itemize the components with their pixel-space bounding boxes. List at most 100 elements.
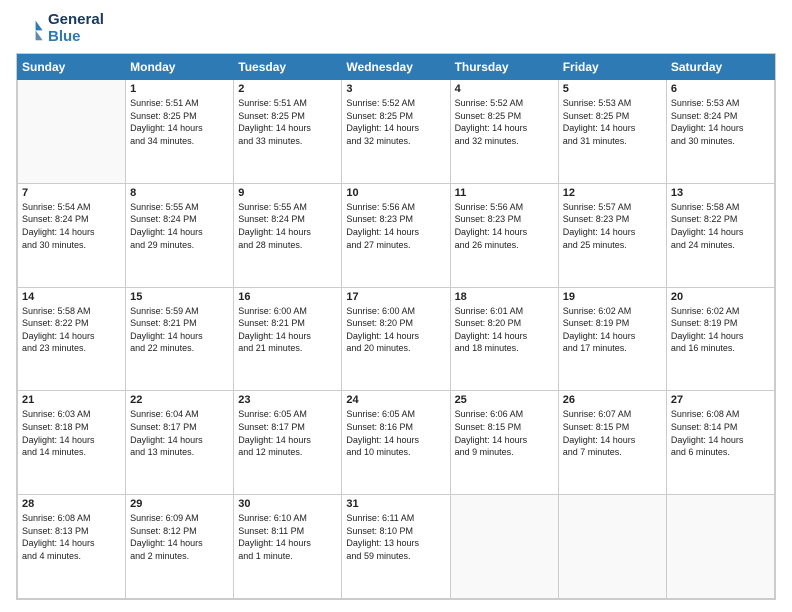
calendar-cell: 12Sunrise: 5:57 AM Sunset: 8:23 PM Dayli…: [558, 183, 666, 287]
day-number: 30: [238, 498, 337, 510]
weekday-header: Friday: [558, 55, 666, 80]
calendar-cell: 10Sunrise: 5:56 AM Sunset: 8:23 PM Dayli…: [342, 183, 450, 287]
day-info: Sunrise: 5:53 AM Sunset: 8:25 PM Dayligh…: [563, 97, 662, 147]
calendar-cell: 25 Sunrise: 6:06 AM Sunset: 8:15 PM Dayli…: [450, 391, 558, 495]
calendar-cell: 21Sunrise: 6:03 AM Sunset: 8:18 PM Dayli…: [18, 391, 126, 495]
weekday-header: Thursday: [450, 55, 558, 80]
logo: General Blue: [16, 12, 104, 45]
day-number: 4: [455, 83, 554, 95]
day-info: Sunrise: 5:51 AM Sunset: 8:25 PM Dayligh…: [130, 97, 229, 147]
calendar-cell: 8 Sunrise: 5:55 AM Sunset: 8:24 PM Daylig…: [126, 183, 234, 287]
calendar-cell: 1 Sunrise: 5:51 AM Sunset: 8:25 PM Daylig…: [126, 80, 234, 184]
day-number: 12: [563, 187, 662, 199]
day-info: Sunrise: 6:08 AM Sunset: 8:14 PM Dayligh…: [671, 408, 770, 458]
day-number: 18: [455, 291, 554, 303]
day-number: 25: [455, 394, 554, 406]
calendar-cell: [18, 80, 126, 184]
day-info: Sunrise: 6:01 AM Sunset: 8:20 PM Dayligh…: [455, 305, 554, 355]
calendar-week-row: 28 Sunrise: 6:08 AM Sunset: 8:13 PM Dayli…: [18, 495, 775, 599]
page: General Blue SundayMondayTuesdayWednesda…: [0, 0, 792, 612]
calendar-cell: 24Sunrise: 6:05 AM Sunset: 8:16 PM Dayli…: [342, 391, 450, 495]
day-number: 22: [130, 394, 229, 406]
day-number: 17: [346, 291, 445, 303]
calendar: SundayMondayTuesdayWednesdayThursdayFrid…: [16, 53, 776, 600]
calendar-cell: 7 Sunrise: 5:54 AM Sunset: 8:24 PM Daylig…: [18, 183, 126, 287]
calendar-cell: 31Sunrise: 6:11 AM Sunset: 8:10 PM Dayli…: [342, 495, 450, 599]
day-info: Sunrise: 5:58 AM Sunset: 8:22 PM Dayligh…: [22, 305, 121, 355]
day-number: 9: [238, 187, 337, 199]
day-number: 21: [22, 394, 121, 406]
day-number: 19: [563, 291, 662, 303]
calendar-cell: 2Sunrise: 5:51 AM Sunset: 8:25 PM Daylig…: [234, 80, 342, 184]
day-number: 13: [671, 187, 770, 199]
day-info: Sunrise: 5:59 AM Sunset: 8:21 PM Dayligh…: [130, 305, 229, 355]
calendar-week-row: 7 Sunrise: 5:54 AM Sunset: 8:24 PM Daylig…: [18, 183, 775, 287]
header: General Blue: [16, 12, 776, 45]
calendar-header: SundayMondayTuesdayWednesdayThursdayFrid…: [18, 55, 775, 80]
day-info: Sunrise: 5:56 AM Sunset: 8:23 PM Dayligh…: [455, 201, 554, 251]
day-info: Sunrise: 6:06 AM Sunset: 8:15 PM Dayligh…: [455, 408, 554, 458]
day-info: Sunrise: 5:51 AM Sunset: 8:25 PM Dayligh…: [238, 97, 337, 147]
day-info: Sunrise: 6:08 AM Sunset: 8:13 PM Dayligh…: [22, 512, 121, 562]
weekday-header: Sunday: [18, 55, 126, 80]
day-info: Sunrise: 5:54 AM Sunset: 8:24 PM Dayligh…: [22, 201, 121, 251]
calendar-cell: 9 Sunrise: 5:55 AM Sunset: 8:24 PM Daylig…: [234, 183, 342, 287]
day-number: 14: [22, 291, 121, 303]
day-info: Sunrise: 6:07 AM Sunset: 8:15 PM Dayligh…: [563, 408, 662, 458]
calendar-week-row: 21Sunrise: 6:03 AM Sunset: 8:18 PM Dayli…: [18, 391, 775, 495]
calendar-body: 1 Sunrise: 5:51 AM Sunset: 8:25 PM Daylig…: [18, 80, 775, 599]
calendar-cell: 20Sunrise: 6:02 AM Sunset: 8:19 PM Dayli…: [666, 287, 774, 391]
calendar-cell: 11 Sunrise: 5:56 AM Sunset: 8:23 PM Dayli…: [450, 183, 558, 287]
calendar-cell: 27 Sunrise: 6:08 AM Sunset: 8:14 PM Dayli…: [666, 391, 774, 495]
weekday-header: Wednesday: [342, 55, 450, 80]
day-number: 6: [671, 83, 770, 95]
weekday-row: SundayMondayTuesdayWednesdayThursdayFrid…: [18, 55, 775, 80]
calendar-cell: 4 Sunrise: 5:52 AM Sunset: 8:25 PM Daylig…: [450, 80, 558, 184]
day-number: 8: [130, 187, 229, 199]
day-info: Sunrise: 5:58 AM Sunset: 8:22 PM Dayligh…: [671, 201, 770, 251]
day-info: Sunrise: 5:56 AM Sunset: 8:23 PM Dayligh…: [346, 201, 445, 251]
calendar-cell: 30 Sunrise: 6:10 AM Sunset: 8:11 PM Dayli…: [234, 495, 342, 599]
day-number: 7: [22, 187, 121, 199]
calendar-week-row: 14 Sunrise: 5:58 AM Sunset: 8:22 PM Dayli…: [18, 287, 775, 391]
calendar-cell: 17 Sunrise: 6:00 AM Sunset: 8:20 PM Dayli…: [342, 287, 450, 391]
logo-text: General Blue: [48, 12, 104, 45]
calendar-week-row: 1 Sunrise: 5:51 AM Sunset: 8:25 PM Daylig…: [18, 80, 775, 184]
calendar-cell: 29 Sunrise: 6:09 AM Sunset: 8:12 PM Dayli…: [126, 495, 234, 599]
day-number: 1: [130, 83, 229, 95]
day-number: 20: [671, 291, 770, 303]
calendar-cell: 22Sunrise: 6:04 AM Sunset: 8:17 PM Dayli…: [126, 391, 234, 495]
calendar-cell: 14 Sunrise: 5:58 AM Sunset: 8:22 PM Dayli…: [18, 287, 126, 391]
day-number: 11: [455, 187, 554, 199]
day-number: 24: [346, 394, 445, 406]
logo-icon: [16, 15, 44, 43]
day-number: 29: [130, 498, 229, 510]
day-number: 3: [346, 83, 445, 95]
calendar-cell: 15Sunrise: 5:59 AM Sunset: 8:21 PM Dayli…: [126, 287, 234, 391]
calendar-cell: 3 Sunrise: 5:52 AM Sunset: 8:25 PM Daylig…: [342, 80, 450, 184]
day-info: Sunrise: 6:05 AM Sunset: 8:17 PM Dayligh…: [238, 408, 337, 458]
day-info: Sunrise: 6:10 AM Sunset: 8:11 PM Dayligh…: [238, 512, 337, 562]
day-number: 27: [671, 394, 770, 406]
day-info: Sunrise: 6:02 AM Sunset: 8:19 PM Dayligh…: [563, 305, 662, 355]
calendar-table: SundayMondayTuesdayWednesdayThursdayFrid…: [17, 54, 775, 599]
calendar-cell: [666, 495, 774, 599]
calendar-cell: 18 Sunrise: 6:01 AM Sunset: 8:20 PM Dayli…: [450, 287, 558, 391]
day-info: Sunrise: 5:55 AM Sunset: 8:24 PM Dayligh…: [130, 201, 229, 251]
day-info: Sunrise: 5:52 AM Sunset: 8:25 PM Dayligh…: [346, 97, 445, 147]
day-number: 26: [563, 394, 662, 406]
weekday-header: Tuesday: [234, 55, 342, 80]
day-info: Sunrise: 5:52 AM Sunset: 8:25 PM Dayligh…: [455, 97, 554, 147]
day-info: Sunrise: 6:09 AM Sunset: 8:12 PM Dayligh…: [130, 512, 229, 562]
day-number: 5: [563, 83, 662, 95]
calendar-cell: [450, 495, 558, 599]
day-number: 23: [238, 394, 337, 406]
calendar-cell: [558, 495, 666, 599]
day-info: Sunrise: 5:55 AM Sunset: 8:24 PM Dayligh…: [238, 201, 337, 251]
day-number: 28: [22, 498, 121, 510]
calendar-cell: 6 Sunrise: 5:53 AM Sunset: 8:24 PM Daylig…: [666, 80, 774, 184]
calendar-cell: 19 Sunrise: 6:02 AM Sunset: 8:19 PM Dayli…: [558, 287, 666, 391]
calendar-cell: 16Sunrise: 6:00 AM Sunset: 8:21 PM Dayli…: [234, 287, 342, 391]
day-info: Sunrise: 6:00 AM Sunset: 8:20 PM Dayligh…: [346, 305, 445, 355]
day-info: Sunrise: 5:53 AM Sunset: 8:24 PM Dayligh…: [671, 97, 770, 147]
